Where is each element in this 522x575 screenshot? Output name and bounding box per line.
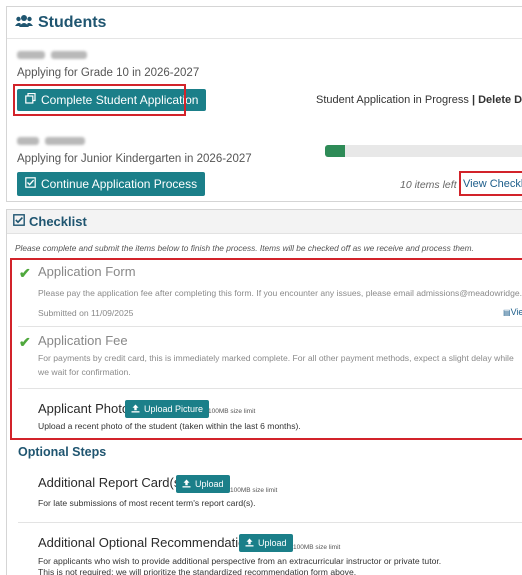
- item-divider: [18, 326, 522, 327]
- application-form-description: Please pay the application fee after com…: [38, 288, 522, 298]
- application-fee-description: For payments by credit card, this is imm…: [38, 353, 514, 377]
- highlight-box-view-checklist: [459, 171, 522, 196]
- student-2-name-redacted: [17, 137, 39, 145]
- report-card-size-limit: 100MB size limit: [230, 487, 278, 494]
- application-progress-bar: [325, 145, 522, 157]
- upload-picture-label: Upload Picture: [144, 404, 204, 414]
- student-2-applying: Applying for Junior Kindergarten in 2026…: [17, 153, 252, 165]
- upload-recommendation-label: Upload: [258, 538, 287, 548]
- highlight-box-complete: [13, 84, 186, 116]
- continue-application-button[interactable]: Continue Application Process: [17, 172, 206, 196]
- upload-icon: [131, 404, 140, 415]
- application-form-check-icon: ✔: [19, 265, 31, 281]
- item-divider: [18, 522, 522, 523]
- document-icon: ▤: [503, 308, 511, 317]
- application-status: Student Application in Progress: [316, 94, 469, 106]
- upload-report-card-button[interactable]: Upload: [176, 475, 230, 493]
- applicant-photo-title: Applicant Photo: [38, 401, 130, 416]
- application-form-view-label: View: [510, 307, 522, 317]
- student-1-surname-redacted: [51, 51, 87, 59]
- student-1-name-redacted: [17, 51, 45, 59]
- delete-draft-link[interactable]: Delete Draft: [478, 94, 522, 106]
- applicant-photo-size-limit: 100MB size limit: [208, 408, 256, 415]
- item-divider: [18, 388, 522, 389]
- students-title: Students: [38, 13, 107, 31]
- upload-icon: [182, 479, 191, 490]
- upload-recommendation-button[interactable]: Upload: [239, 534, 293, 552]
- items-left-count: 10 items left: [400, 179, 457, 191]
- upload-picture-button[interactable]: Upload Picture: [125, 400, 210, 418]
- checklist-icon: [13, 213, 25, 231]
- checklist-intro: Please complete and submit the items bel…: [15, 243, 474, 253]
- progress-fill: [325, 145, 345, 157]
- recommendation-description-note: This is not required; we will prioritize…: [38, 567, 357, 575]
- student-2-surname-redacted: [45, 137, 85, 145]
- users-icon: [15, 14, 33, 31]
- application-form-view-link[interactable]: ▤View: [503, 307, 522, 317]
- applicant-photo-description: Upload a recent photo of the student (ta…: [38, 421, 301, 431]
- upload-icon: [245, 538, 254, 549]
- checklist-title: Checklist: [29, 214, 87, 229]
- student-1: Applying for Grade 10 in 2026-2027: [17, 51, 199, 79]
- recommendation-size-limit: 100MB size limit: [293, 544, 341, 551]
- checklist-header: Checklist: [7, 210, 522, 234]
- application-fee-check-icon: ✔: [19, 334, 31, 350]
- student-1-status-line: Student Application in Progress | Delete…: [316, 94, 522, 106]
- student-1-applying: Applying for Grade 10 in 2026-2027: [17, 67, 200, 79]
- report-card-description: For late submissions of most recent term…: [38, 498, 256, 508]
- continue-application-label: Continue Application Process: [41, 177, 198, 191]
- recommendation-title: Additional Optional Recommendation: [38, 535, 253, 550]
- upload-report-card-label: Upload: [195, 479, 224, 489]
- application-form-submitted: Submitted on 11/09/2025: [38, 308, 134, 318]
- optional-steps-heading: Optional Steps: [18, 445, 107, 459]
- application-form-title: Application Form: [38, 264, 136, 279]
- check-square-icon: [25, 177, 36, 191]
- student-2: Applying for Junior Kindergarten in 2026…: [17, 137, 252, 165]
- status-separator: |: [471, 94, 476, 106]
- report-card-title: Additional Report Card(s): [38, 475, 185, 490]
- students-header: Students: [7, 7, 522, 39]
- application-fee-title: Application Fee: [38, 333, 128, 348]
- students-panel: Students Applying for Grade 10 in 2026-2…: [6, 6, 522, 202]
